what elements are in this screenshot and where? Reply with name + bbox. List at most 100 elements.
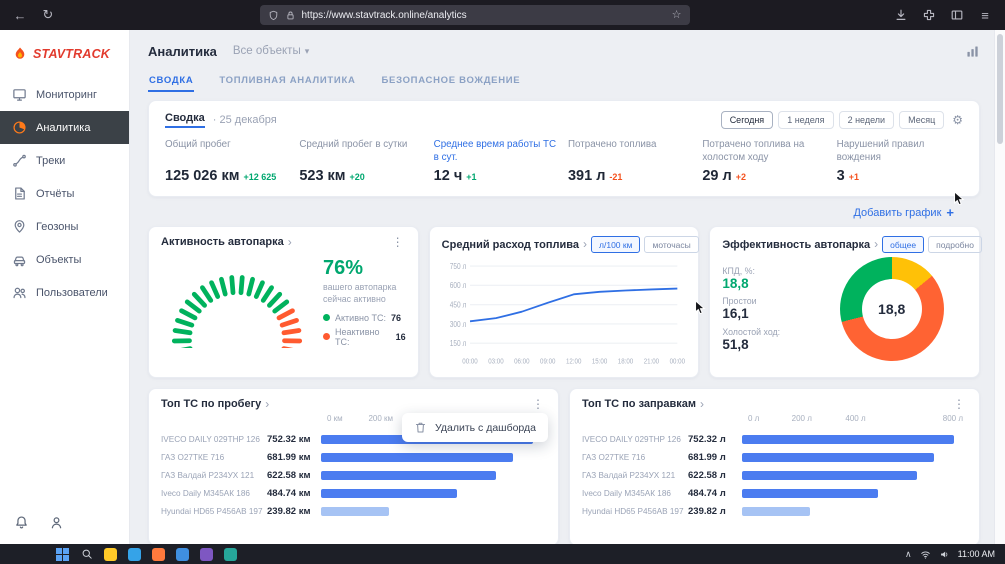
efficiency-stat: Холостой ход: 51,8 (722, 327, 808, 353)
objects-icon (12, 252, 27, 267)
url-text[interactable]: https://www.stavtrack.online/analytics (302, 10, 467, 21)
search-icon[interactable] (80, 548, 93, 561)
axis-tick: 0 л (748, 414, 759, 423)
stat-label: Холостой ход: (722, 327, 808, 337)
bar-track (321, 453, 546, 462)
sidebar-item-2[interactable]: Треки (0, 144, 129, 177)
efficiency-stats: КПД, %: 18,8 Простои 16,1 Холостой ход: … (722, 266, 808, 353)
bar (742, 507, 810, 516)
app-teal-icon[interactable] (224, 548, 237, 561)
vehicle-row: Iveco Daily М345АК 186 484.74 л (582, 488, 967, 499)
card-menu-icon[interactable]: ⋮ (530, 398, 546, 410)
sidebar-item-5[interactable]: Объекты (0, 243, 129, 276)
tab-2[interactable]: БЕЗОПАСНОЕ ВОЖДЕНИЕ (381, 70, 522, 92)
summary-settings-gear-icon[interactable]: ⚙ (952, 114, 963, 126)
tracking-protection-shield-icon[interactable] (268, 10, 279, 21)
objects-filter-dropdown[interactable]: Все объекты ▾ (233, 45, 309, 57)
clock[interactable]: 11:00 AM (958, 549, 995, 559)
sidebar-item-3[interactable]: Отчёты (0, 177, 129, 210)
logo-flame-icon (12, 46, 28, 62)
tab-1[interactable]: ТОПЛИВНАЯ АНАЛИТИКА (218, 70, 356, 92)
vscode-icon[interactable] (176, 548, 189, 561)
efficiency-toggle-1[interactable]: подробно (928, 236, 982, 253)
notifications-bell-icon[interactable] (14, 515, 29, 530)
browser-reload-icon[interactable]: ↻ (40, 7, 56, 23)
bookmark-star-icon[interactable]: ☆ (672, 10, 682, 21)
svg-text:450 л: 450 л (449, 300, 466, 310)
file-explorer-icon[interactable] (104, 548, 117, 561)
browser-back-icon[interactable]: ← (12, 7, 28, 23)
vehicle-value: 484.74 км (267, 488, 321, 499)
page-scrollbar[interactable] (994, 30, 1005, 544)
sidebar-toggle-icon[interactable] (949, 7, 965, 23)
card-title[interactable]: Топ ТС по заправкам (582, 398, 696, 410)
vehicle-value: 484.74 л (688, 488, 742, 499)
kpi-value: 12 ч (434, 168, 463, 184)
fuel-unit-toggles: л/100 кммоточасы (591, 236, 699, 253)
analytics-icon (12, 120, 27, 135)
range-button-1[interactable]: 1 неделя (778, 111, 833, 129)
downloads-icon[interactable] (893, 7, 909, 23)
card-title[interactable]: Эффективность автопарка (722, 239, 870, 251)
vehicle-name: IVECO DAILY 029ТНР 126 (582, 435, 688, 444)
vehicle-row: ГАЗ О27ТКЕ 716 681.99 л (582, 452, 967, 463)
volume-icon[interactable] (939, 549, 950, 560)
logo-text: STAVTRACK (33, 47, 110, 61)
axis-tick: 200 л (792, 414, 812, 423)
firefox-browser-icon[interactable] (152, 548, 165, 561)
axis-tick: 0 км (327, 414, 343, 423)
edge-browser-icon[interactable] (128, 548, 141, 561)
logo[interactable]: STAVTRACK (0, 30, 129, 74)
donut-center-value: 18,8 (878, 301, 905, 317)
address-bar[interactable]: https://www.stavtrack.online/analytics ☆ (260, 5, 690, 25)
card-title[interactable]: Топ ТС по пробегу (161, 398, 261, 410)
sidebar-item-label: Геозоны (36, 221, 78, 233)
fuel-toggle-0[interactable]: л/100 км (591, 236, 640, 253)
taskbar-apps (56, 548, 237, 561)
vehicle-value: 239.82 л (688, 506, 742, 517)
sidebar-item-6[interactable]: Пользователи (0, 276, 129, 309)
remove-from-dashboard-item[interactable]: Удалить с дашборда (435, 422, 536, 434)
bar-track (321, 507, 546, 516)
add-chart-label: Добавить график (853, 207, 941, 219)
scrollbar-thumb[interactable] (997, 34, 1003, 144)
add-chart-button[interactable]: Добавить график + (853, 206, 954, 219)
start-icon[interactable] (56, 548, 69, 561)
efficiency-view-toggles: общееподробно (882, 236, 982, 253)
card-menu-icon[interactable]: ⋮ (390, 236, 406, 248)
extensions-icon[interactable] (921, 7, 937, 23)
vehicle-name: ГАЗ Валдай Р234УХ 121 (161, 471, 267, 480)
svg-text:21:00: 21:00 (643, 358, 659, 366)
card-menu-icon[interactable]: ⋮ (951, 398, 967, 410)
bar (321, 507, 389, 516)
customize-dashboard-icon[interactable] (965, 44, 980, 59)
desktop: ← ↻ https://www.stavtrack.online/analyti… (0, 0, 1005, 564)
card-title[interactable]: Активность автопарка (161, 236, 284, 248)
sidebar-item-4[interactable]: Геозоны (0, 210, 129, 243)
range-button-2[interactable]: 2 недели (839, 111, 895, 129)
sidebar-item-1[interactable]: Аналитика (0, 111, 129, 144)
card-title[interactable]: Средний расход топлива (442, 239, 579, 251)
vehicle-value: 681.99 л (688, 452, 742, 463)
tab-0[interactable]: СВОДКА (148, 70, 194, 92)
profile-icon[interactable] (49, 515, 64, 530)
top-mileage-card: Топ ТС по пробегу › ⋮ 0 км200 км400 км I… (148, 388, 559, 546)
sidebar-item-0[interactable]: Мониторинг (0, 78, 129, 111)
wifi-icon[interactable] (920, 549, 931, 560)
bar-track (742, 507, 967, 516)
svg-text:300 л: 300 л (449, 319, 466, 329)
efficiency-toggle-0[interactable]: общее (882, 236, 924, 253)
browser-menu-icon[interactable]: ≡ (977, 7, 993, 23)
vehicle-row: ГАЗ О27ТКЕ 716 681.99 км (161, 452, 546, 463)
tray-expand-icon[interactable]: ∧ (905, 550, 912, 559)
summary-subtab[interactable]: Сводка (165, 112, 205, 128)
kpi-value: 3 (837, 168, 845, 184)
kpi-label[interactable]: Среднее время работы ТС в сут. (434, 139, 560, 165)
range-button-3[interactable]: Месяц (899, 111, 944, 129)
lock-icon (285, 10, 296, 21)
range-button-0[interactable]: Сегодня (721, 111, 774, 129)
objects-filter-label: Все объекты (233, 45, 301, 57)
fuel-toggle-1[interactable]: моточасы (644, 236, 698, 253)
app-purple-icon[interactable] (200, 548, 213, 561)
kpi-label: Потрачено топлива на холостом ходу (702, 139, 828, 165)
